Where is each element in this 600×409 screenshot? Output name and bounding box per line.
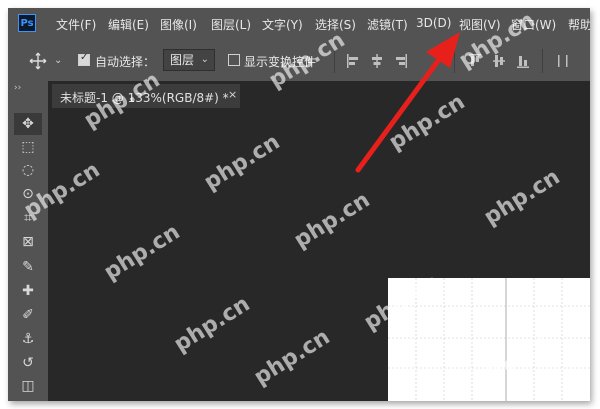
photoshop-window: Ps 文件(F) 编辑(E) 图像(I) 图层(L) 文字(Y) 选择(S) 滤…: [8, 8, 590, 401]
red-arrow-annotation: [355, 32, 460, 173]
